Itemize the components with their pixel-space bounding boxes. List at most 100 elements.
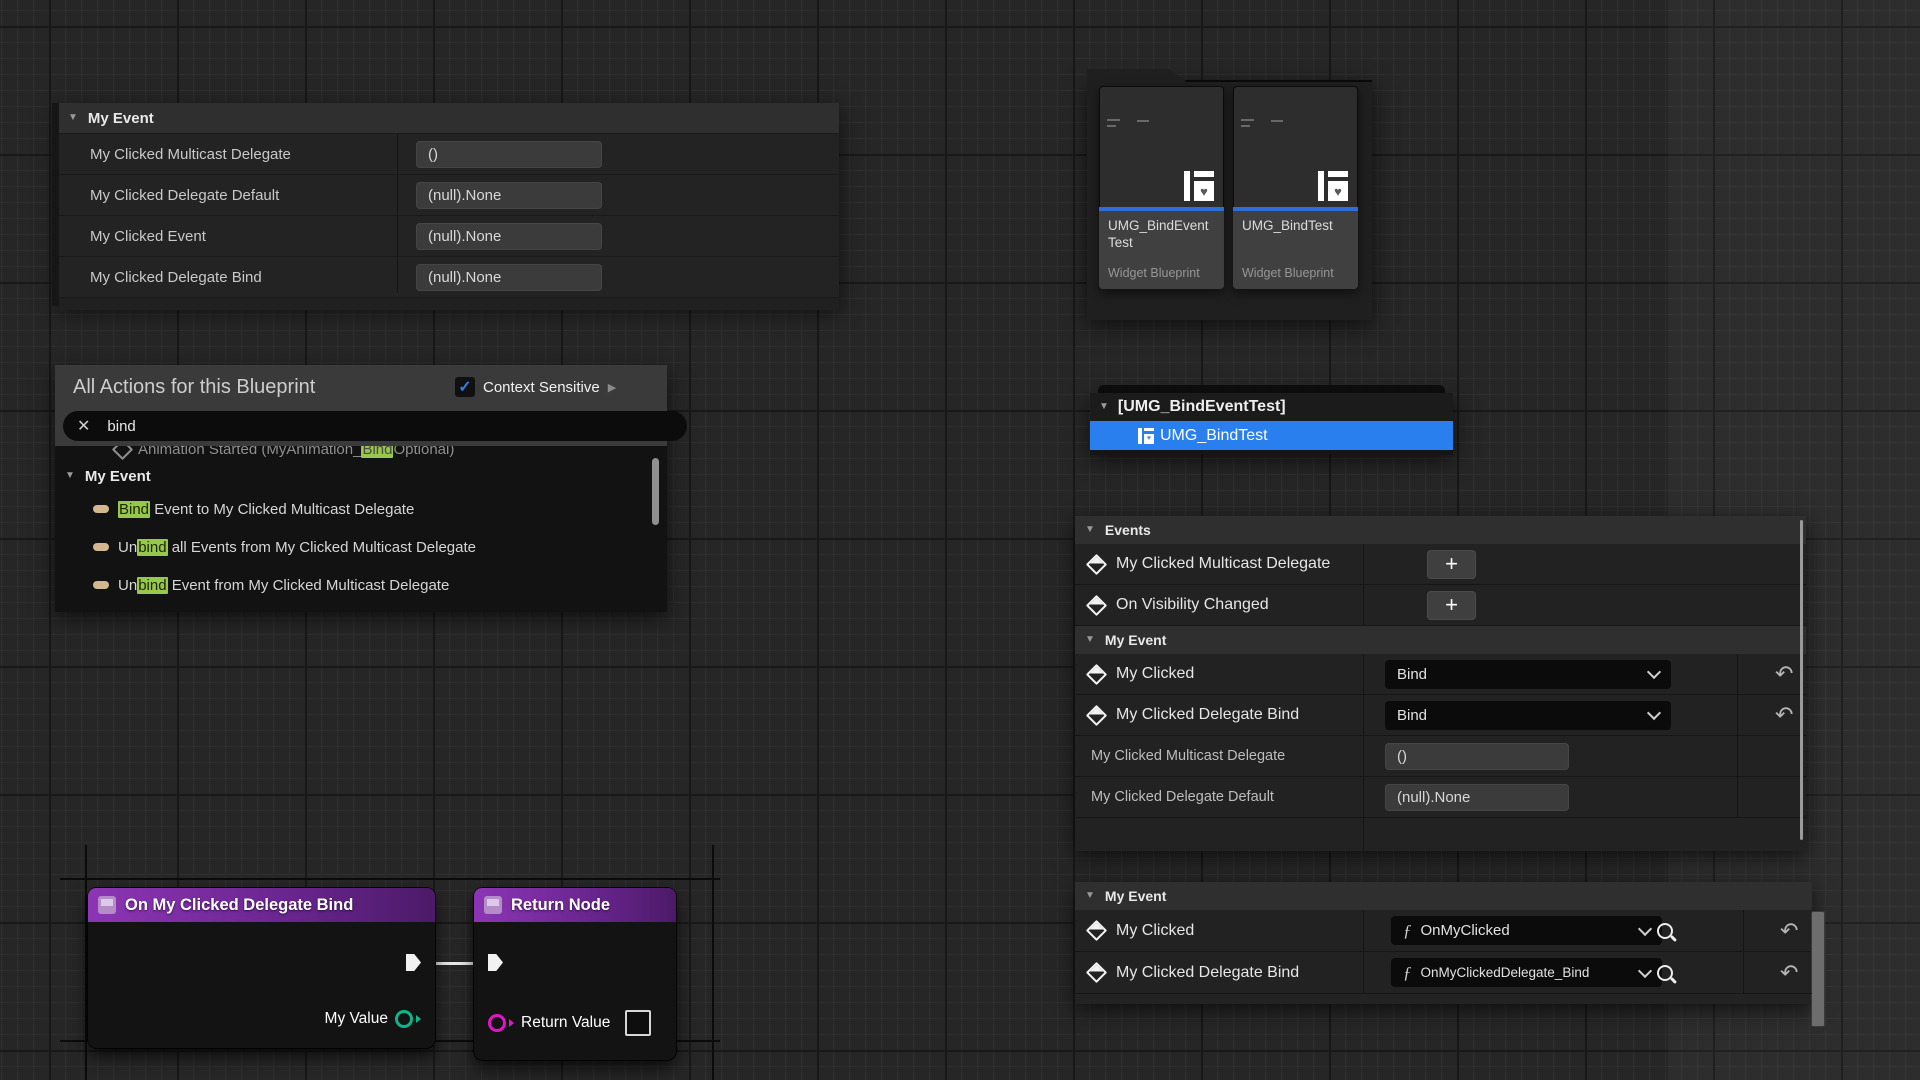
reset-to-default-icon[interactable]: ↶ bbox=[1775, 663, 1793, 685]
panel-above-edge bbox=[1098, 385, 1445, 393]
property-value-field[interactable]: (null).None bbox=[416, 264, 602, 291]
asset-thumbnail[interactable]: ♥ bbox=[1099, 86, 1224, 207]
widget-blueprint-icon: ♥ bbox=[1184, 171, 1214, 201]
bound-function-dropdown[interactable]: ƒ OnMyClicked bbox=[1391, 916, 1662, 945]
column-splitter[interactable] bbox=[1363, 777, 1364, 817]
exec-output-pin[interactable] bbox=[406, 954, 421, 971]
function-icon: ƒ bbox=[1403, 963, 1412, 983]
action-category-my-event[interactable]: ▼ My Event bbox=[55, 462, 667, 490]
category-header-my-event[interactable]: ▼ My Event bbox=[1075, 626, 1806, 654]
property-value-field[interactable]: (null).None bbox=[416, 223, 602, 250]
column-splitter[interactable] bbox=[1363, 910, 1364, 951]
column-splitter[interactable] bbox=[1363, 952, 1364, 993]
action-search-bar[interactable]: ✕ bbox=[63, 411, 687, 441]
search-match-highlight: Bind bbox=[118, 501, 150, 518]
column-splitter bbox=[1737, 695, 1738, 735]
event-dispatcher-icon bbox=[1086, 594, 1107, 615]
asset-thumbnail[interactable]: ♥ bbox=[1233, 86, 1358, 207]
category-label: My Event bbox=[88, 110, 154, 127]
event-icon bbox=[112, 446, 133, 460]
asset-label: UMG_BindEventTest Widget Blueprint bbox=[1099, 211, 1224, 289]
actions-menu-header: All Actions for this Blueprint ✓ Context… bbox=[55, 365, 667, 446]
browse-to-function-icon[interactable] bbox=[1657, 965, 1673, 981]
column-splitter[interactable] bbox=[1363, 585, 1364, 625]
action-item-clipped[interactable]: Animation Started (MyAnimation_BindOptio… bbox=[55, 446, 667, 462]
asset-label: UMG_BindTest Widget Blueprint bbox=[1233, 211, 1358, 289]
property-label: My Clicked bbox=[1116, 665, 1194, 683]
search-match-highlight: bind bbox=[137, 539, 167, 556]
thumbnail-placeholder-text bbox=[1271, 120, 1283, 122]
collapse-arrow-icon[interactable]: ▼ bbox=[68, 113, 78, 123]
action-item-unbind-all[interactable]: Unbind all Events from My Clicked Multic… bbox=[55, 528, 667, 566]
collapse-arrow-icon[interactable]: ▼ bbox=[1085, 635, 1095, 645]
heart-icon: ♥ bbox=[1200, 184, 1208, 199]
property-label: My Clicked Multicast Delegate bbox=[1091, 748, 1285, 764]
browse-to-function-icon[interactable] bbox=[1657, 923, 1673, 939]
property-value-field[interactable]: () bbox=[416, 141, 602, 168]
scrollbar-thumb[interactable] bbox=[1811, 911, 1825, 1027]
category-header-my-event[interactable]: ▼ My Event bbox=[1075, 882, 1812, 910]
asset-tile-umg-bindtest[interactable]: ♥ UMG_BindTest Widget Blueprint bbox=[1233, 86, 1358, 289]
grid-major-line bbox=[85, 845, 87, 1080]
action-item-bind-event[interactable]: Bind Event to My Clicked Multicast Deleg… bbox=[55, 490, 667, 528]
checkbox-checked-icon[interactable]: ✓ bbox=[455, 377, 475, 397]
bind-mode-dropdown[interactable]: Bind bbox=[1385, 701, 1671, 730]
context-sensitive-toggle[interactable]: ✓ Context Sensitive ▶ bbox=[455, 377, 616, 397]
default-property-row: My Clicked Delegate Default (null).None bbox=[1075, 777, 1806, 818]
expand-arrow-icon[interactable]: ▶ bbox=[608, 381, 616, 394]
collapse-arrow-icon[interactable]: ▼ bbox=[1085, 525, 1095, 535]
action-item-unbind-event[interactable]: Unbind Event from My Clicked Multicast D… bbox=[55, 566, 667, 604]
add-event-button[interactable]: + bbox=[1427, 550, 1476, 579]
clear-search-icon[interactable]: ✕ bbox=[77, 416, 90, 436]
column-splitter[interactable] bbox=[1363, 695, 1364, 735]
node-header[interactable]: On My Clicked Delegate Bind bbox=[88, 888, 435, 922]
property-value-field[interactable]: (null).None bbox=[416, 182, 602, 209]
bind-property-row: My Clicked Delegate Bind Bind ↶ bbox=[1075, 695, 1806, 736]
input-pin-row[interactable]: Return Value bbox=[488, 1010, 651, 1036]
category-header-events[interactable]: ▼ Events bbox=[1075, 516, 1806, 544]
property-label: My Clicked bbox=[1116, 922, 1194, 940]
reset-to-default-icon[interactable]: ↶ bbox=[1775, 704, 1793, 726]
action-search-input[interactable] bbox=[105, 417, 609, 436]
collapse-arrow-icon[interactable]: ▼ bbox=[1099, 402, 1109, 412]
bind-mode-dropdown[interactable]: Bind bbox=[1385, 660, 1671, 689]
exec-input-pin[interactable] bbox=[488, 954, 503, 971]
hierarchy-root-row[interactable]: ▼ [UMG_BindEventTest] bbox=[1090, 393, 1453, 421]
scrollbar-thumb[interactable] bbox=[652, 458, 659, 525]
default-property-row: My Clicked Multicast Delegate () bbox=[1075, 736, 1806, 777]
property-value-field[interactable]: () bbox=[1385, 743, 1569, 770]
reset-to-default-icon[interactable]: ↶ bbox=[1780, 920, 1798, 942]
asset-name: UMG_BindEventTest bbox=[1108, 218, 1215, 252]
column-splitter[interactable] bbox=[1363, 544, 1364, 584]
collapse-arrow-icon[interactable]: ▼ bbox=[65, 471, 75, 481]
bound-function-dropdown[interactable]: ƒ OnMyClickedDelegate_Bind bbox=[1391, 958, 1662, 987]
collapse-arrow-icon[interactable]: ▼ bbox=[1085, 891, 1095, 901]
category-label: My Event bbox=[1105, 888, 1166, 904]
output-pin-row[interactable]: My Value bbox=[325, 1010, 421, 1028]
node-header[interactable]: Return Node bbox=[474, 888, 676, 922]
node-return-node[interactable]: Return Node Return Value bbox=[474, 888, 676, 1060]
my-value-pin[interactable] bbox=[395, 1010, 413, 1028]
asset-tile-umg-bindeventtest[interactable]: ♥ UMG_BindEventTest Widget Blueprint bbox=[1099, 86, 1224, 289]
scrollbar-thumb[interactable] bbox=[1800, 520, 1803, 840]
event-dispatcher-icon bbox=[1086, 663, 1107, 684]
column-splitter[interactable] bbox=[1363, 654, 1364, 694]
category-header-my-event[interactable]: ▼ My Event bbox=[59, 103, 839, 133]
node-on-my-clicked-delegate-bind[interactable]: On My Clicked Delegate Bind My Value bbox=[88, 888, 435, 1048]
return-value-pin[interactable] bbox=[488, 1014, 506, 1032]
column-splitter[interactable] bbox=[397, 133, 398, 293]
column-splitter[interactable] bbox=[1363, 736, 1364, 776]
event-dispatcher-icon bbox=[1086, 962, 1107, 983]
details-panel-function-bindings: ▼ My Event My Clicked ƒ OnMyClicked ↶ My… bbox=[1075, 882, 1812, 1004]
dropdown-value: OnMyClickedDelegate_Bind bbox=[1421, 965, 1641, 980]
column-splitter bbox=[1737, 736, 1738, 776]
hierarchy-selected-row[interactable]: ♥ UMG_BindTest bbox=[1090, 421, 1453, 450]
heart-icon: ♥ bbox=[1334, 184, 1342, 199]
add-event-button[interactable]: + bbox=[1427, 591, 1476, 620]
return-value-checkbox[interactable] bbox=[625, 1010, 651, 1036]
content-browser-panel: ♥ UMG_BindEventTest Widget Blueprint ♥ bbox=[1087, 80, 1372, 320]
grid-major-line bbox=[60, 878, 720, 880]
node-title: On My Clicked Delegate Bind bbox=[125, 896, 353, 915]
reset-to-default-icon[interactable]: ↶ bbox=[1780, 962, 1798, 984]
property-value-field[interactable]: (null).None bbox=[1385, 784, 1569, 811]
